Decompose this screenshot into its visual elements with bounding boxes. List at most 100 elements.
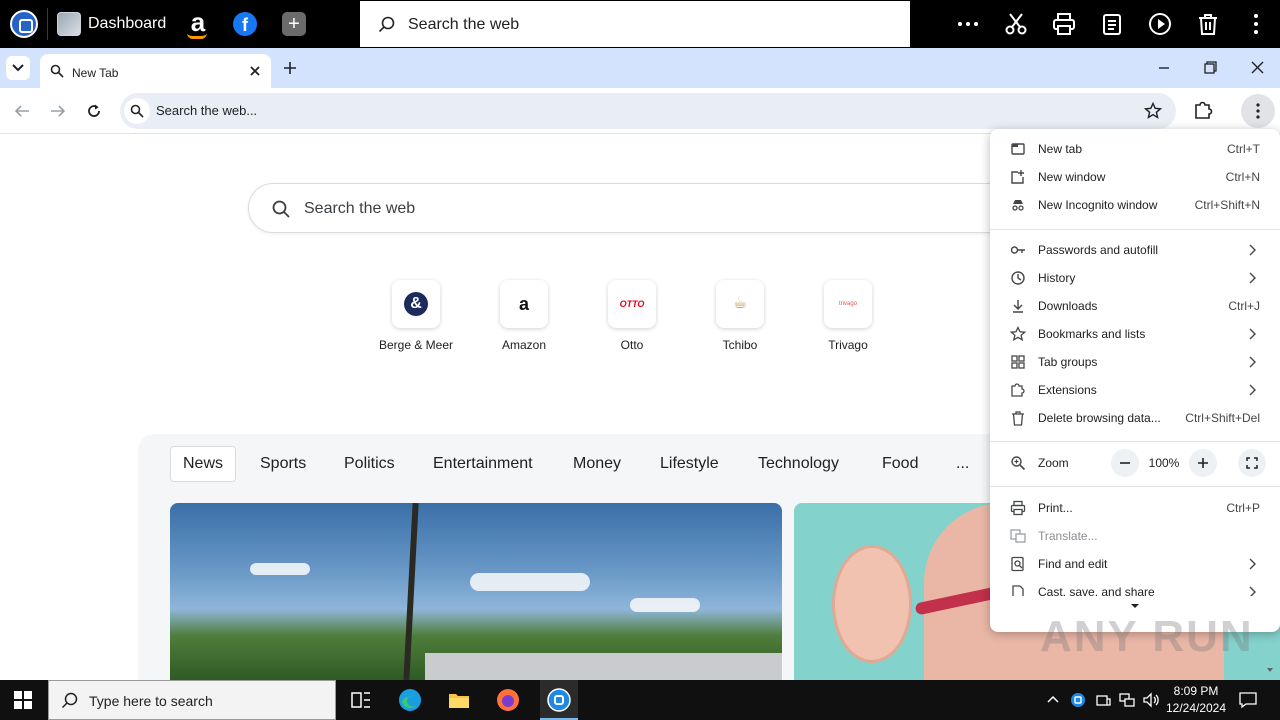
network-icon[interactable]: [1118, 692, 1136, 708]
menu-item-passwords[interactable]: Passwords and autofill: [990, 236, 1280, 264]
menu-item-cast-save-share[interactable]: Cast, save, and share: [990, 578, 1280, 596]
shortcut-tchibo[interactable]: ☕ Tchibo: [690, 280, 790, 360]
news-card-image[interactable]: [170, 503, 782, 680]
menu-item-bookmarks[interactable]: Bookmarks and lists: [990, 320, 1280, 348]
edge-browser-icon[interactable]: [398, 688, 422, 712]
address-bar[interactable]: Search the web...: [120, 93, 1176, 129]
menu-item-tab-groups[interactable]: Tab groups: [990, 348, 1280, 376]
feed-tab-politics[interactable]: Politics: [332, 446, 407, 482]
tab-strip: New Tab: [0, 48, 1280, 88]
bookmark-star-icon[interactable]: [1144, 102, 1162, 120]
firefox-icon[interactable]: [496, 688, 520, 712]
menu-shortcut: Ctrl+Shift+N: [1194, 198, 1260, 212]
menu-item-translate[interactable]: Translate...: [990, 522, 1280, 550]
browser-menu-button[interactable]: [1241, 94, 1275, 128]
feed-tab-entertainment[interactable]: Entertainment: [421, 446, 545, 482]
close-icon[interactable]: [248, 64, 262, 78]
menu-item-label: Delete browsing data...: [1038, 411, 1161, 425]
feed-tab-news[interactable]: News: [170, 446, 237, 482]
menu-item-label: New tab: [1038, 142, 1083, 156]
shortcut-trivago[interactable]: trivago Trivago: [798, 280, 898, 360]
zoom-in-button[interactable]: [1189, 449, 1217, 477]
menu-item-delete-browsing-data[interactable]: Delete browsing data... Ctrl+Shift+Del: [990, 404, 1280, 432]
close-window-icon[interactable]: [1251, 61, 1264, 74]
feed-tab-money[interactable]: Money: [561, 446, 633, 482]
berge-meer-logo-icon: &: [404, 292, 428, 316]
scroll-more-caret-icon[interactable]: [1130, 603, 1140, 609]
shortcut-otto[interactable]: OTTO Otto: [582, 280, 682, 360]
shortcut-berge-meer[interactable]: & Berge & Meer: [366, 280, 466, 360]
search-icon: [378, 16, 395, 33]
menu-item-label: History: [1038, 271, 1076, 285]
more-horizontal-icon[interactable]: [956, 12, 980, 36]
chevron-up-icon[interactable]: [1047, 695, 1059, 703]
menu-item-label: Translate...: [1038, 529, 1098, 543]
minimize-icon[interactable]: [1158, 66, 1170, 70]
dashboard-icon[interactable]: [57, 12, 81, 36]
shortcut-label: Tchibo: [722, 338, 758, 352]
feed-tab-lifestyle[interactable]: Lifestyle: [648, 446, 731, 482]
zoom-out-button[interactable]: [1111, 449, 1139, 477]
menu-item-incognito[interactable]: New Incognito window Ctrl+Shift+N: [990, 191, 1280, 219]
device-icon[interactable]: [1095, 692, 1111, 708]
feed-tab-more[interactable]: ...: [944, 446, 981, 482]
new-tab-button[interactable]: [282, 60, 298, 76]
shortcut-amazon[interactable]: a Amazon: [474, 280, 574, 360]
feed-tab-sports[interactable]: Sports: [248, 446, 318, 482]
fullscreen-button[interactable]: [1238, 449, 1266, 477]
tab-search-button[interactable]: [6, 56, 30, 80]
menu-item-find-and-edit[interactable]: Find and edit: [990, 550, 1280, 578]
tab-title: New Tab: [72, 66, 119, 80]
shortcut-tile: trivago: [824, 280, 872, 328]
menu-item-new-window[interactable]: New window Ctrl+N: [990, 163, 1280, 191]
ntp-search-box[interactable]: Search the web: [248, 183, 1048, 233]
play-icon[interactable]: [1148, 12, 1172, 36]
task-view-icon[interactable]: [349, 688, 373, 712]
windows-start-icon[interactable]: [14, 691, 32, 709]
volume-icon[interactable]: [1142, 692, 1160, 708]
menu-item-downloads[interactable]: Downloads Ctrl+J: [990, 292, 1280, 320]
notifications-icon[interactable]: [1239, 691, 1257, 709]
add-shortcut-button[interactable]: +: [282, 12, 306, 36]
menu-divider: [990, 486, 1280, 487]
dashboard-label[interactable]: Dashboard: [88, 15, 166, 33]
top-search-box[interactable]: Search the web: [360, 1, 910, 47]
extensions-puzzle-icon[interactable]: [1192, 99, 1214, 121]
anyrun-app-icon[interactable]: [547, 688, 571, 712]
app-logo-icon[interactable]: [10, 10, 38, 38]
chevron-right-icon: [1249, 244, 1256, 256]
reload-icon[interactable]: [86, 103, 102, 119]
taskbar-clock-time[interactable]: 8:09 PM: [1160, 684, 1232, 698]
anyrun-tray-icon[interactable]: [1070, 692, 1086, 708]
menu-item-label: Bookmarks and lists: [1038, 327, 1146, 341]
taskbar-clock-date[interactable]: 12/24/2024: [1160, 701, 1232, 715]
menu-item-print[interactable]: Print... Ctrl+P: [990, 494, 1280, 522]
restore-icon[interactable]: [1204, 61, 1217, 74]
menu-item-label: Cast, save, and share: [1038, 585, 1155, 596]
feed-tab-food[interactable]: Food: [870, 446, 930, 482]
amazon-logo-icon: a: [518, 294, 529, 314]
scroll-down-arrow-icon[interactable]: [1266, 666, 1274, 674]
menu-item-history[interactable]: History: [990, 264, 1280, 292]
tab-new-tab[interactable]: New Tab: [40, 54, 271, 88]
puzzle-icon: [1011, 383, 1025, 397]
zoom-icon: [1011, 456, 1026, 471]
amazon-icon[interactable]: a: [184, 9, 212, 39]
clipboard-icon[interactable]: [1100, 12, 1124, 36]
ntp-search-placeholder: Search the web: [304, 200, 416, 217]
history-icon: [1011, 271, 1025, 285]
menu-item-new-tab[interactable]: New tab Ctrl+T: [990, 135, 1280, 163]
trash-icon[interactable]: [1196, 12, 1220, 36]
back-arrow-icon[interactable]: [14, 103, 30, 119]
more-vertical-icon[interactable]: [1244, 12, 1268, 36]
facebook-icon[interactable]: f: [233, 12, 257, 36]
print-icon[interactable]: [1052, 12, 1076, 36]
taskbar-search-box[interactable]: Type here to search: [48, 680, 336, 720]
menu-item-extensions[interactable]: Extensions: [990, 376, 1280, 404]
file-explorer-icon[interactable]: [447, 688, 471, 712]
scissors-icon[interactable]: [1004, 12, 1028, 36]
top-launcher-bar: Dashboard a f + Search the web: [0, 0, 1280, 48]
forward-arrow-icon[interactable]: [50, 103, 66, 119]
tchibo-logo-icon: ☕: [732, 295, 748, 312]
feed-tab-technology[interactable]: Technology: [746, 446, 851, 482]
